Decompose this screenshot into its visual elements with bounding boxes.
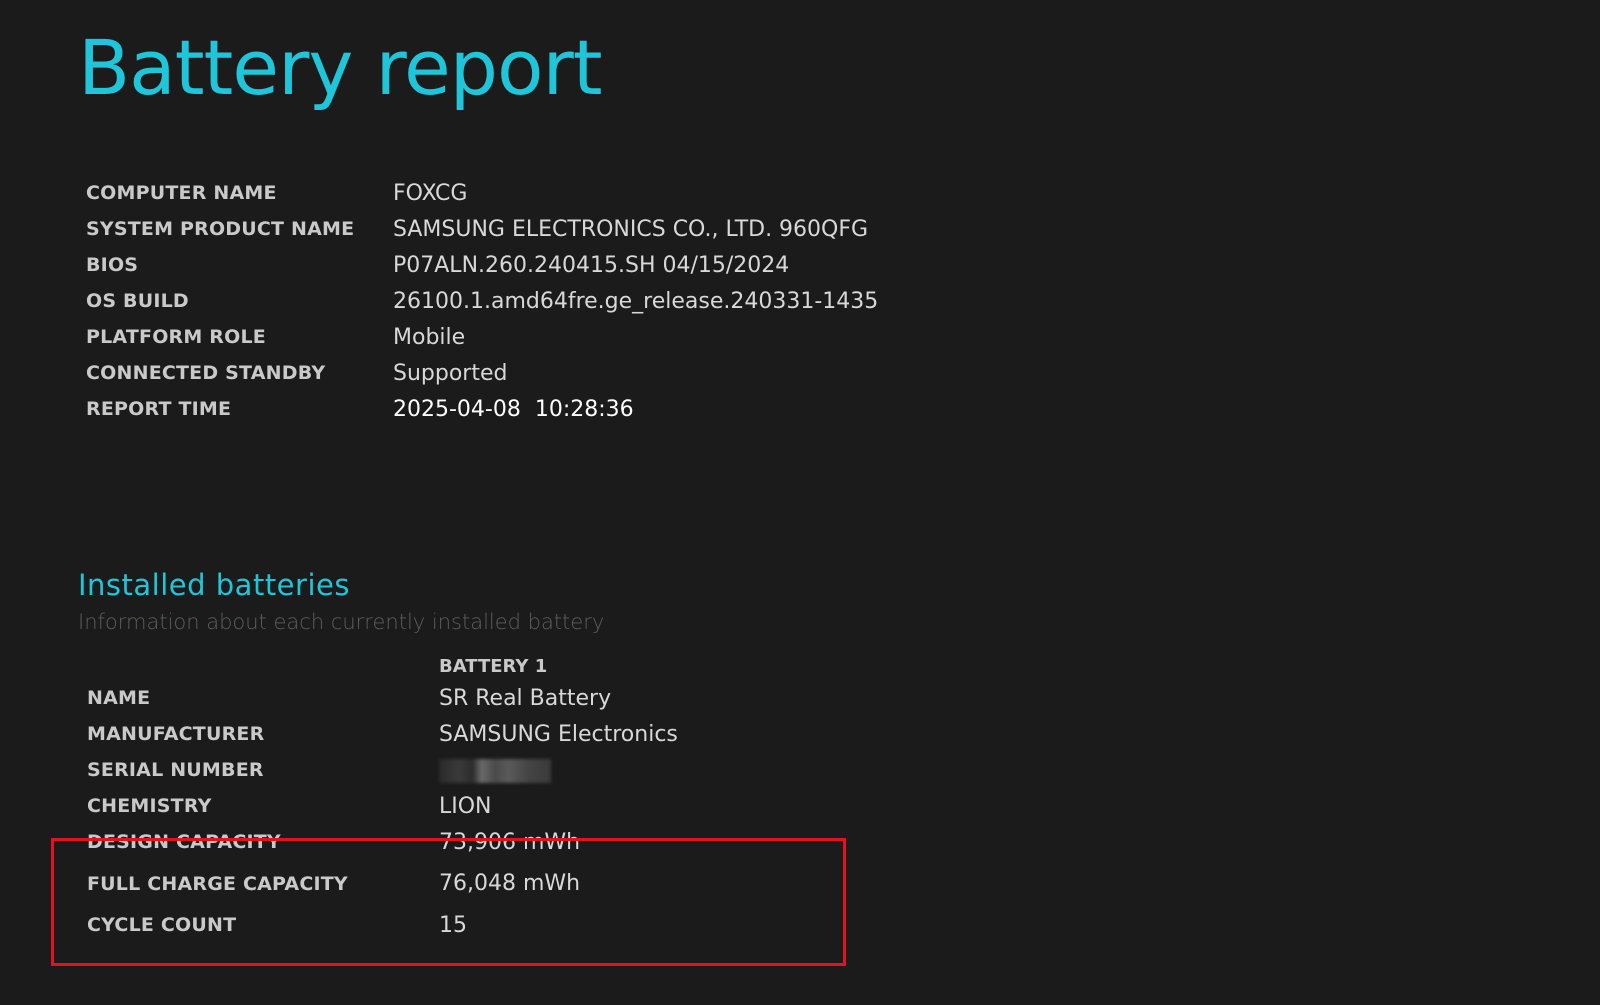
bios-value: P07ALN.260.240415.SH 04/15/2024 [393,252,790,278]
bios-label: BIOS [86,254,139,276]
battery-1-column-header: BATTERY 1 [439,655,548,677]
table-row: CHEMISTRY LION [87,788,678,824]
table-row: NAME SR Real Battery [87,680,678,716]
table-header-row: BATTERY 1 [87,652,678,680]
manufacturer-label: MANUFACTURER [87,723,265,745]
capacity-highlight-box [51,838,846,966]
table-row: CONNECTED STANDBY Supported [86,355,878,391]
table-row: REPORT TIME 2025-04-08 10:28:36 [86,391,878,427]
manufacturer-value: SAMSUNG Electronics [439,721,678,747]
os-build-label: OS BUILD [86,290,189,312]
connected-standby-value: Supported [393,360,508,386]
installed-batteries-subtitle: Information about each currently install… [78,610,605,634]
report-time-value: 2025-04-08 10:28:36 [393,396,634,422]
table-row: MANUFACTURER SAMSUNG Electronics [87,716,678,752]
platform-role-value: Mobile [393,324,466,350]
header-spacer [87,652,439,680]
battery-name-label: NAME [87,687,151,709]
serial-number-label: SERIAL NUMBER [87,759,264,781]
table-row: PLATFORM ROLE Mobile [86,319,878,355]
report-time-label: REPORT TIME [86,398,232,420]
page-title: Battery report [78,23,603,112]
table-row: OS BUILD 26100.1.amd64fre.ge_release.240… [86,283,878,319]
system-product-name-label: SYSTEM PRODUCT NAME [86,218,355,240]
system-info-table: COMPUTER NAME FOXCG SYSTEM PRODUCT NAME … [86,175,878,427]
battery-report-page: Battery report COMPUTER NAME FOXCG SYSTE… [0,0,1600,1005]
system-product-name-value: SAMSUNG ELECTRONICS CO., LTD. 960QFG [393,216,869,242]
computer-name-label: COMPUTER NAME [86,182,277,204]
table-row: SYSTEM PRODUCT NAME SAMSUNG ELECTRONICS … [86,211,878,247]
serial-number-value [439,752,678,788]
battery-name-value: SR Real Battery [439,685,612,711]
chemistry-label: CHEMISTRY [87,795,212,817]
redacted-serial-blur [439,758,551,783]
chemistry-value: LION [439,793,492,819]
table-row: SERIAL NUMBER [87,752,678,788]
table-row: BIOS P07ALN.260.240415.SH 04/15/2024 [86,247,878,283]
installed-batteries-heading: Installed batteries [78,568,350,602]
os-build-value: 26100.1.amd64fre.ge_release.240331-1435 [393,288,879,314]
computer-name-value: FOXCG [393,180,468,206]
platform-role-label: PLATFORM ROLE [86,326,266,348]
table-row: COMPUTER NAME FOXCG [86,175,878,211]
connected-standby-label: CONNECTED STANDBY [86,362,326,384]
